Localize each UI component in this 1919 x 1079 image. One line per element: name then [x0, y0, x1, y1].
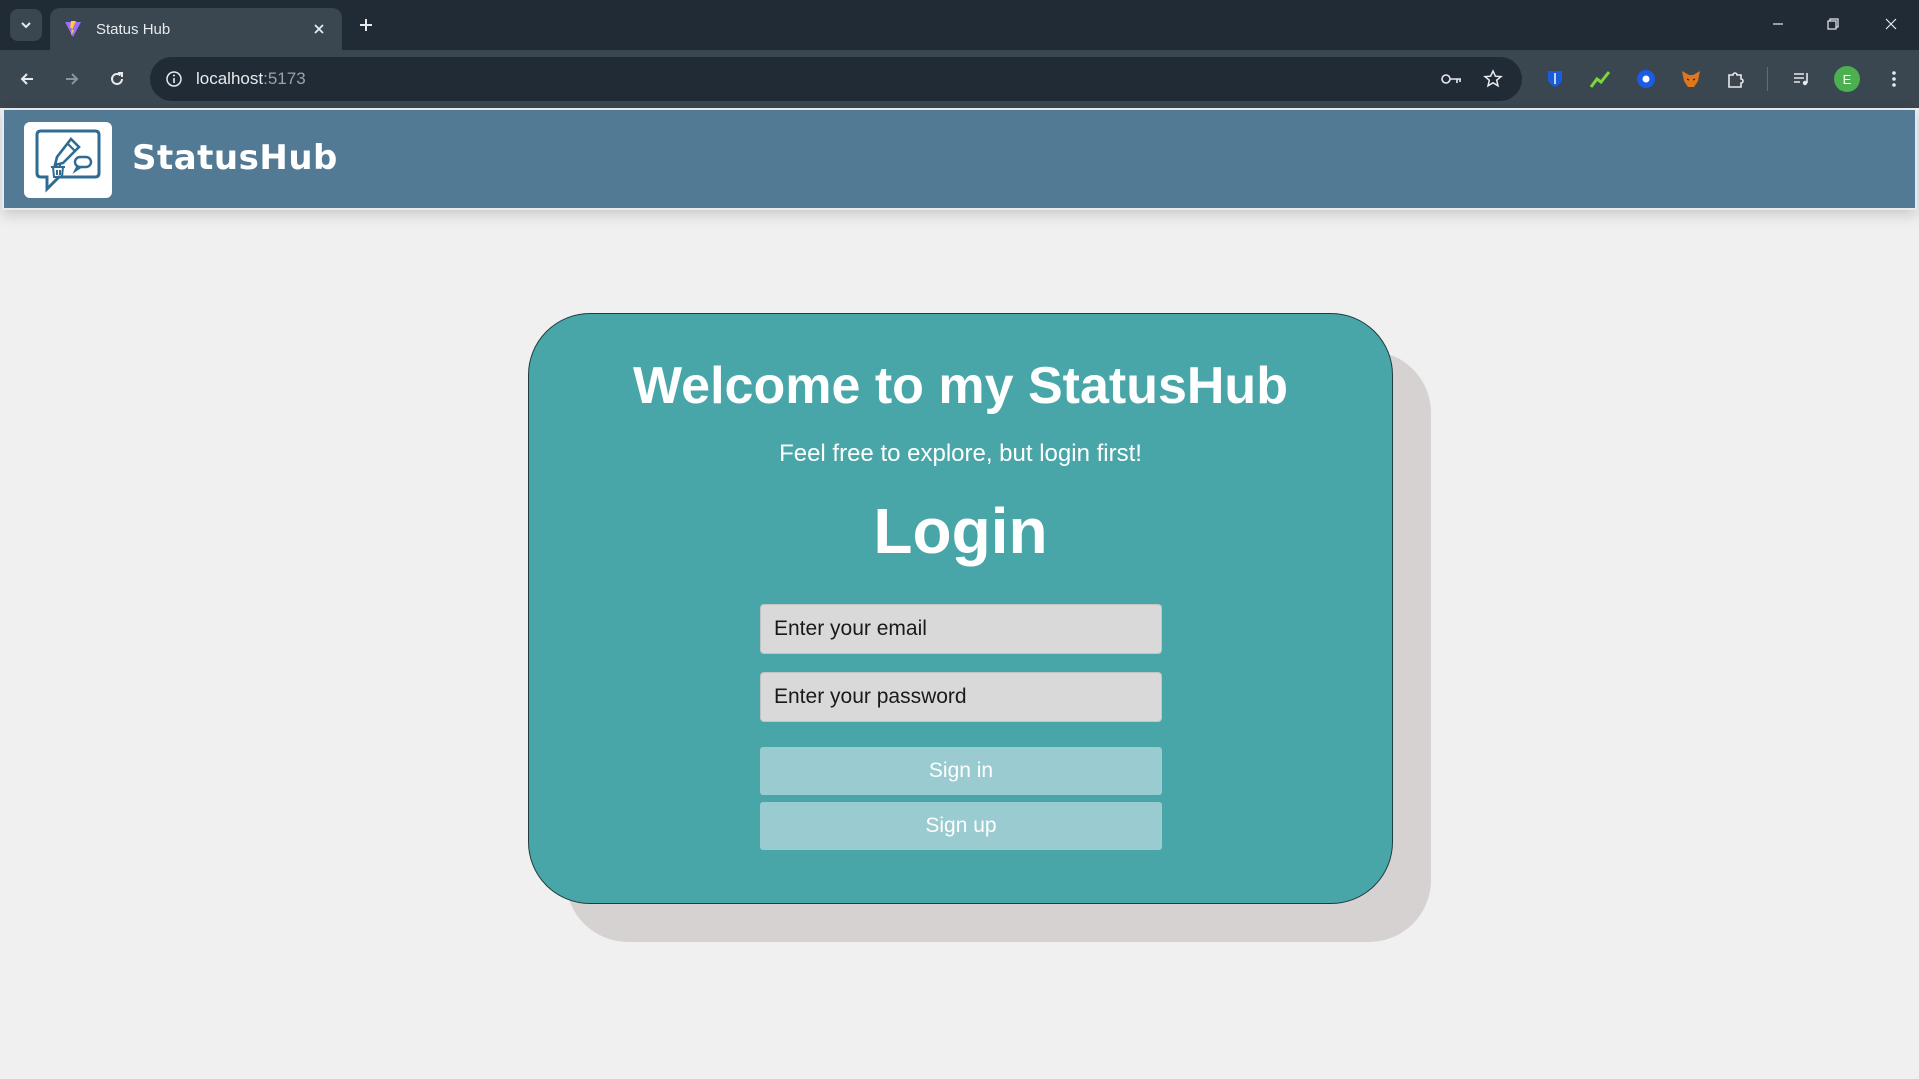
kebab-menu-icon[interactable]: [1879, 64, 1909, 94]
back-button[interactable]: [11, 63, 43, 95]
minimize-icon: [1773, 23, 1783, 25]
toolbar-divider: [1767, 67, 1768, 91]
restore-icon: [1827, 18, 1839, 30]
login-heading: Login: [873, 495, 1048, 567]
reload-icon: [111, 72, 123, 85]
plus-icon: [360, 19, 372, 31]
sign-in-button[interactable]: Sign in: [760, 747, 1162, 795]
info-icon[interactable]: [162, 67, 186, 91]
browser-toolbar: localhost:5173: [0, 50, 1919, 108]
minimize-button[interactable]: [1758, 6, 1798, 42]
sign-up-button[interactable]: Sign up: [760, 802, 1162, 850]
welcome-heading: Welcome to my StatusHub: [633, 357, 1288, 415]
forward-button[interactable]: [56, 63, 88, 95]
page: StatusHub Welcome to my StatusHub Feel f…: [0, 108, 1919, 1079]
url-text: localhost:5173: [196, 69, 306, 89]
close-icon: [1885, 18, 1897, 30]
welcome-subtitle: Feel free to explore, but login first!: [779, 440, 1142, 467]
url-host: localhost: [196, 69, 264, 88]
chart-extension-icon[interactable]: [1585, 64, 1615, 94]
password-field[interactable]: [760, 672, 1162, 722]
login-card: Welcome to my StatusHub Feel free to exp…: [528, 313, 1393, 904]
new-tab-button[interactable]: [352, 11, 380, 39]
tab-list-button[interactable]: [10, 9, 42, 41]
pencil-chat-icon[interactable]: [24, 122, 112, 198]
profile-avatar[interactable]: E: [1834, 66, 1860, 92]
url-port: :5173: [263, 69, 306, 88]
app-header: StatusHub: [2, 110, 1917, 210]
address-bar[interactable]: localhost:5173: [150, 57, 1522, 101]
bitwarden-extension-icon[interactable]: [1540, 64, 1570, 94]
vite-icon: [62, 18, 84, 40]
chevron-down-icon: [21, 22, 31, 29]
arrow-right-icon: [66, 73, 79, 85]
window-close-button[interactable]: [1871, 6, 1911, 42]
app-brand-title: StatusHub: [132, 138, 338, 178]
browser-tab[interactable]: Status Hub: [50, 8, 342, 50]
tab-title: Status Hub: [96, 20, 171, 38]
reload-button[interactable]: [101, 63, 133, 95]
browser-tab-bar: Status Hub: [0, 0, 1919, 50]
media-control-icon[interactable]: [1787, 64, 1817, 94]
record-extension-icon[interactable]: [1631, 64, 1661, 94]
key-icon[interactable]: [1440, 67, 1464, 91]
email-field[interactable]: [760, 604, 1162, 654]
arrow-left-icon: [20, 73, 33, 85]
puzzle-icon[interactable]: [1721, 64, 1751, 94]
metamask-extension-icon[interactable]: [1676, 64, 1706, 94]
restore-button[interactable]: [1813, 6, 1853, 42]
close-icon[interactable]: [306, 16, 332, 42]
star-icon[interactable]: [1481, 67, 1505, 91]
